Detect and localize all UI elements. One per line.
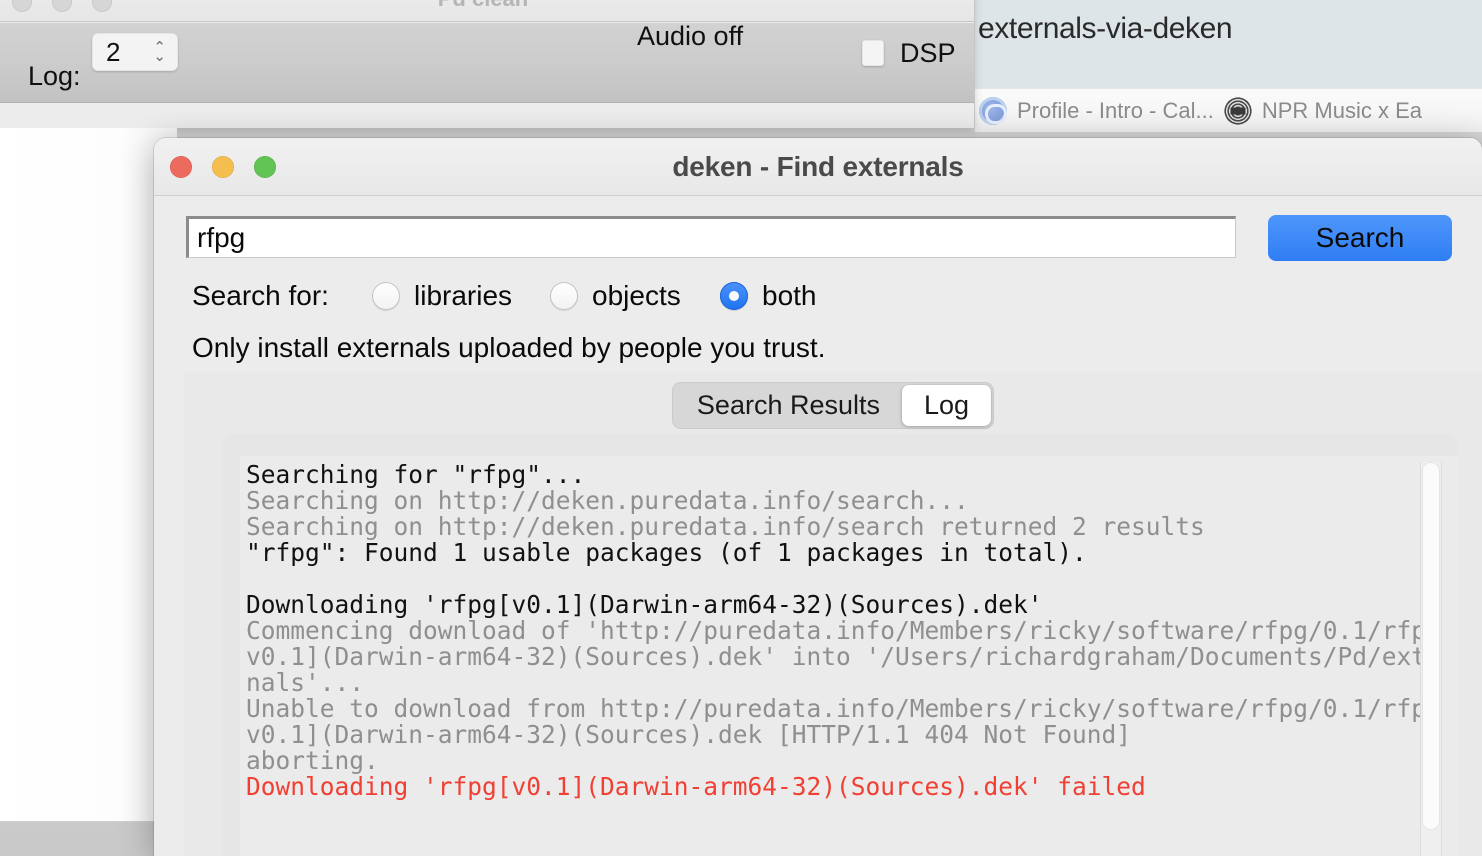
log-line: Commencing download of 'http://puredata.… (246, 616, 1420, 645)
log-line: Downloading 'rfpg[v0.1](Darwin-arm64-32)… (246, 772, 1146, 801)
stepper-arrows-icon[interactable]: ⌃ ⌄ (153, 40, 166, 64)
radio-icon[interactable] (372, 282, 400, 310)
calendly-favicon-icon (979, 96, 1007, 125)
radio-label: objects (592, 280, 681, 311)
pd-log-level-stepper[interactable]: 2 ⌃ ⌄ (92, 33, 178, 71)
pd-log-level-value: 2 (106, 36, 121, 67)
deken-content: Search Search for: libraries objects bot… (154, 196, 1482, 856)
log-line: "rfpg": Found 1 usable packages (of 1 pa… (246, 538, 1087, 567)
log-line: Unable to download from http://puredata.… (246, 694, 1420, 723)
search-row: Search (154, 196, 1482, 280)
pd-console-body (0, 128, 177, 822)
trust-notice: Only install externals uploaded by peopl… (192, 332, 826, 363)
pd-log-label: Log: (28, 61, 81, 91)
browser-tab-title[interactable]: externals-via-deken (978, 12, 1233, 46)
deken-window: deken - Find externals Search Search for… (154, 138, 1482, 856)
radio-objects[interactable]: objects (550, 280, 681, 312)
log-line: aborting. (246, 746, 379, 775)
pd-window-title: Pd clean (0, 0, 974, 12)
radio-both[interactable]: both (720, 280, 817, 312)
bookmark-label: Profile - Intro - Cal... (1017, 97, 1214, 123)
pd-audio-status: Audio off (637, 21, 744, 51)
log-line: nals'... (246, 668, 365, 697)
pd-titlebar: Pd clean (0, 0, 974, 22)
search-for-label: Search for: (192, 280, 329, 311)
screen-root: externals-via-deken Profile - Intro - Ca… (0, 0, 1482, 856)
results-notebook: Search Results Log Searching for "rfpg".… (184, 372, 1482, 856)
browser-bookmarks-bar: Profile - Intro - Cal... NPR Music x Ea (975, 88, 1482, 132)
search-button[interactable]: Search (1268, 215, 1452, 261)
radio-libraries[interactable]: libraries (372, 280, 512, 312)
radio-label: libraries (414, 280, 513, 311)
notebook-tabstrip: Search Results Log (671, 382, 995, 429)
radio-label: both (762, 280, 817, 311)
log-line: Downloading 'rfpg[v0.1](Darwin-arm64-32)… (246, 590, 1043, 619)
log-line: v0.1](Darwin-arm64-32)(Sources).dek [HTT… (246, 720, 1132, 749)
tab-search-results[interactable]: Search Results (675, 385, 902, 426)
earpeace-favicon-icon (1223, 96, 1252, 125)
log-scrollbar[interactable] (1420, 462, 1442, 856)
browser-tab-bar: externals-via-deken (975, 0, 1482, 88)
pd-dsp-checkbox[interactable] (862, 40, 884, 66)
bookmark-label: NPR Music x Ea (1261, 97, 1422, 123)
chevron-down-icon[interactable]: ⌄ (153, 49, 166, 64)
bookmark-item[interactable]: NPR Music x Ea (1223, 96, 1422, 125)
deken-window-title: deken - Find externals (672, 151, 964, 182)
log-line: Searching on http://deken.puredata.info/… (246, 512, 1205, 541)
bookmark-item[interactable]: Profile - Intro - Cal... (979, 96, 1214, 125)
log-textarea-wrapper: Searching for "rfpg"... Searching on http… (240, 456, 1458, 856)
pd-tick-marker: · (0, 73, 1, 91)
pd-dsp-label: DSP (900, 38, 956, 68)
log-scrollbar-thumb[interactable] (1422, 462, 1440, 830)
search-for-row: Search for: libraries objects both (154, 280, 1482, 328)
log-panel: Searching for "rfpg"... Searching on http… (222, 434, 1458, 856)
pd-console-window: Pd clean · Log: 2 ⌃ ⌄ Audio off DSP (0, 0, 974, 128)
log-line: Searching on http://deken.puredata.info/… (246, 486, 969, 515)
log-line: v0.1](Darwin-arm64-32)(Sources).dek' int… (246, 642, 1420, 671)
deken-titlebar: deken - Find externals (154, 138, 1482, 196)
search-input[interactable] (186, 216, 1236, 258)
radio-icon[interactable] (720, 282, 748, 310)
log-textarea[interactable]: Searching for "rfpg"... Searching on http… (246, 462, 1420, 856)
radio-icon[interactable] (550, 282, 578, 310)
browser-window: externals-via-deken Profile - Intro - Ca… (975, 0, 1482, 132)
log-line: Searching for "rfpg"... (246, 462, 586, 489)
tab-log[interactable]: Log (902, 385, 992, 426)
